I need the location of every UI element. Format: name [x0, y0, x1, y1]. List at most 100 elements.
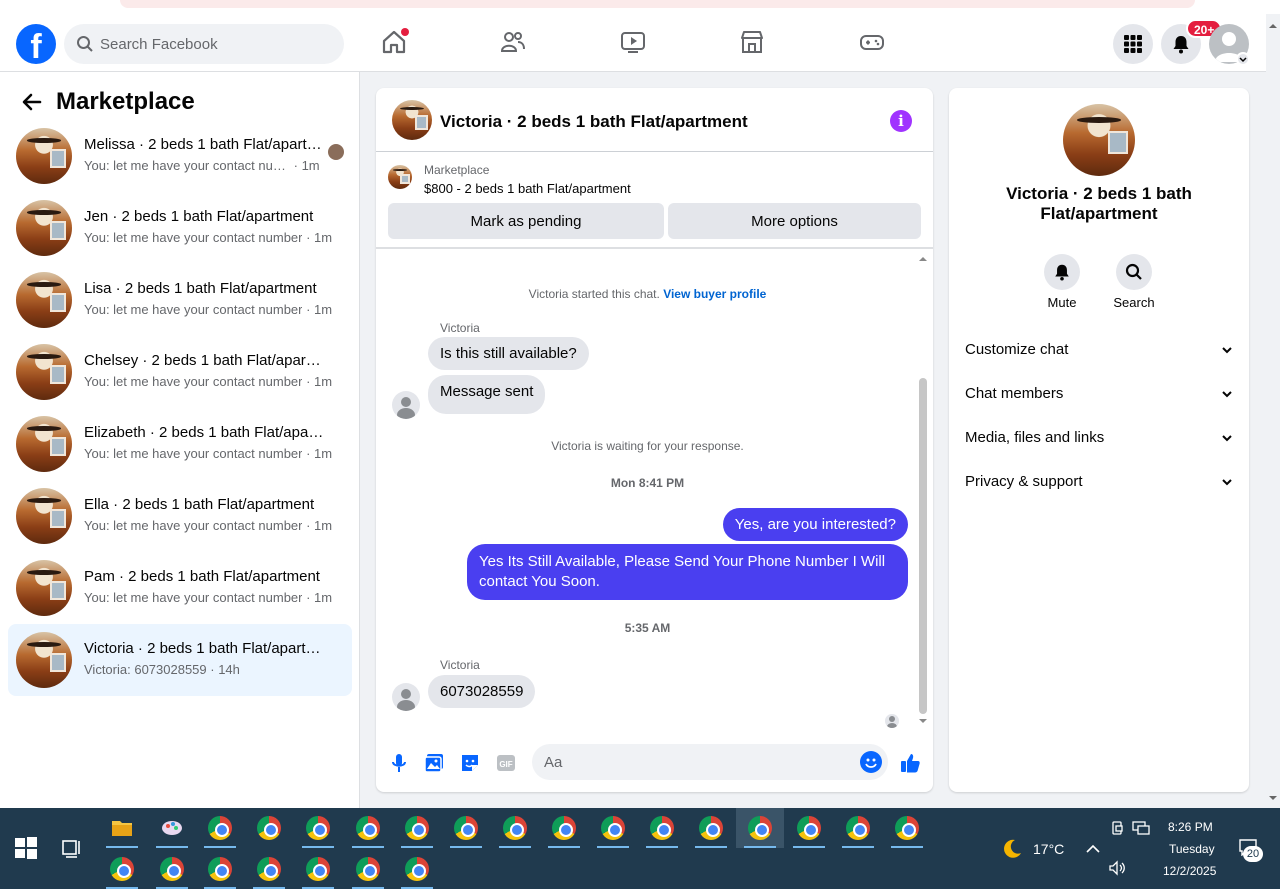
conversation-item[interactable]: Melissa · 2 beds 1 bath Flat/apartment Y…	[8, 124, 352, 188]
chrome-icon[interactable]	[356, 816, 380, 840]
search-input[interactable]	[100, 24, 330, 64]
search-box[interactable]	[64, 24, 344, 64]
taskbar-indicator	[646, 846, 678, 848]
mark-as-pending-button[interactable]: Mark as pending	[388, 203, 664, 239]
outgoing-message[interactable]: Yes Its Still Available, Please Send You…	[467, 544, 908, 600]
scroll-down-arrow-icon[interactable]	[1269, 794, 1277, 802]
clock-day[interactable]: Tuesday	[1169, 842, 1215, 856]
conversation-item[interactable]: Pam · 2 beds 1 bath Flat/apartment You: …	[8, 556, 352, 620]
gaming-icon[interactable]	[858, 28, 886, 56]
chrome-icon[interactable]	[306, 857, 330, 881]
privacy-support-row[interactable]: Privacy & support	[965, 470, 1235, 494]
search-chat-button[interactable]: Search	[1104, 254, 1164, 310]
task-view-icon[interactable]	[60, 836, 84, 860]
chrome-icon[interactable]	[503, 816, 527, 840]
incoming-message[interactable]: Is this still available?	[428, 337, 589, 370]
conversation-item[interactable]: Lisa · 2 beds 1 bath Flat/apartment You:…	[8, 268, 352, 332]
clock-date[interactable]: 12/2/2025	[1163, 864, 1216, 878]
sticker-icon[interactable]	[459, 752, 481, 774]
marketplace-icon[interactable]	[738, 28, 766, 56]
facebook-logo-icon[interactable]: f	[16, 24, 56, 66]
message-input-box[interactable]	[532, 744, 888, 780]
photo-icon[interactable]	[423, 752, 445, 774]
sender-avatar[interactable]	[392, 683, 420, 711]
incoming-message[interactable]: 6073028559	[428, 675, 536, 708]
chevron-up-icon[interactable]	[1084, 840, 1102, 858]
chrome-icon[interactable]	[748, 816, 772, 840]
grid-menu-icon	[1124, 35, 1142, 53]
scroll-up-arrow-icon[interactable]	[1269, 22, 1277, 30]
chat-scrollbar-thumb[interactable]	[919, 378, 927, 714]
emoji-icon[interactable]	[860, 751, 882, 773]
chrome-icon[interactable]	[257, 816, 281, 840]
seen-avatar	[328, 144, 344, 160]
chrome-icon[interactable]	[699, 816, 723, 840]
more-options-button[interactable]: More options	[668, 203, 921, 239]
chrome-icon[interactable]	[208, 816, 232, 840]
message-input[interactable]	[544, 744, 844, 780]
mute-button[interactable]: Mute	[1032, 254, 1092, 310]
volume-icon[interactable]	[1108, 860, 1126, 876]
chat-listing-thumbnail[interactable]	[392, 100, 432, 140]
taskbar-indicator	[842, 846, 874, 848]
chrome-icon[interactable]	[306, 816, 330, 840]
file-explorer-icon[interactable]	[110, 816, 134, 840]
chrome-icon[interactable]	[405, 816, 429, 840]
chrome-icon[interactable]	[356, 857, 380, 881]
chrome-icon[interactable]	[454, 816, 478, 840]
media-files-links-row[interactable]: Media, files and links	[965, 426, 1235, 450]
network-icon[interactable]	[1132, 820, 1150, 836]
video-icon[interactable]	[619, 28, 647, 56]
customize-chat-row[interactable]: Customize chat	[965, 338, 1235, 362]
chrome-icon[interactable]	[846, 816, 870, 840]
page-scrollbar[interactable]	[1266, 14, 1280, 808]
chat-title[interactable]: Victoria · 2 beds 1 bath Flat/apartment	[440, 112, 748, 132]
chrome-icon[interactable]	[797, 816, 821, 840]
gif-icon[interactable]: GIF	[495, 752, 517, 774]
chrome-icon[interactable]	[552, 816, 576, 840]
chrome-icon[interactable]	[110, 857, 134, 881]
timestamp: Mon 8:41 PM	[610, 476, 685, 490]
conversation-item[interactable]: Jen · 2 beds 1 bath Flat/apartment You: …	[8, 196, 352, 260]
chrome-icon[interactable]	[895, 816, 919, 840]
chat-members-row[interactable]: Chat members	[965, 382, 1235, 406]
scroll-up-arrow-icon[interactable]	[919, 255, 927, 263]
clock-time[interactable]: 8:26 PM	[1168, 820, 1213, 834]
taskbar-indicator	[548, 846, 580, 848]
taskbar-indicator	[499, 846, 531, 848]
sidebar-title: Marketplace	[56, 88, 195, 115]
details-listing-thumbnail[interactable]	[1063, 104, 1135, 176]
conversation-item[interactable]: Ella · 2 beds 1 bath Flat/apartment You:…	[8, 484, 352, 548]
weather-moon-icon[interactable]	[1000, 837, 1024, 861]
chrome-icon[interactable]	[257, 857, 281, 881]
menu-button[interactable]	[1113, 24, 1153, 64]
browser-bar	[120, 0, 1195, 8]
chrome-icon[interactable]	[650, 816, 674, 840]
incoming-message[interactable]: Message sent	[428, 375, 546, 414]
info-icon[interactable]: i	[890, 110, 912, 132]
windows-start-icon[interactable]	[14, 836, 38, 860]
weather-temperature[interactable]: 17°C	[1033, 841, 1064, 857]
sender-avatar[interactable]	[392, 391, 420, 419]
conversation-item[interactable]: Elizabeth · 2 beds 1 bath Flat/apartment…	[8, 412, 352, 476]
meet-now-icon[interactable]	[1110, 820, 1126, 836]
chrome-icon[interactable]	[160, 857, 184, 881]
chevron-down-icon[interactable]	[1236, 52, 1250, 66]
like-thumbs-up-icon[interactable]	[899, 752, 921, 774]
microphone-icon[interactable]	[388, 752, 410, 774]
listing-small-thumbnail[interactable]	[388, 165, 412, 189]
chrome-icon[interactable]	[208, 857, 232, 881]
chrome-icon[interactable]	[405, 857, 429, 881]
scroll-down-arrow-icon[interactable]	[919, 717, 927, 725]
outgoing-message[interactable]: Yes, are you interested?	[722, 508, 908, 541]
message-list[interactable]: Victoria started this chat. View buyer p…	[376, 251, 933, 729]
chrome-icon[interactable]	[601, 816, 625, 840]
friends-icon[interactable]	[499, 28, 527, 56]
conversation-item[interactable]: Chelsey · 2 beds 1 bath Flat/apartment Y…	[8, 340, 352, 404]
conversation-name: Lisa · 2 beds 1 bath Flat/apartment	[84, 280, 317, 297]
conversation-item-active[interactable]: Victoria · 2 beds 1 bath Flat/apartment …	[8, 624, 352, 696]
listing-price[interactable]: $800 - 2 beds 1 bath Flat/apartment	[424, 181, 631, 196]
paint-app-icon[interactable]	[160, 816, 184, 840]
view-buyer-profile-link[interactable]: View buyer profile	[663, 287, 766, 301]
back-arrow-icon[interactable]	[20, 90, 44, 114]
